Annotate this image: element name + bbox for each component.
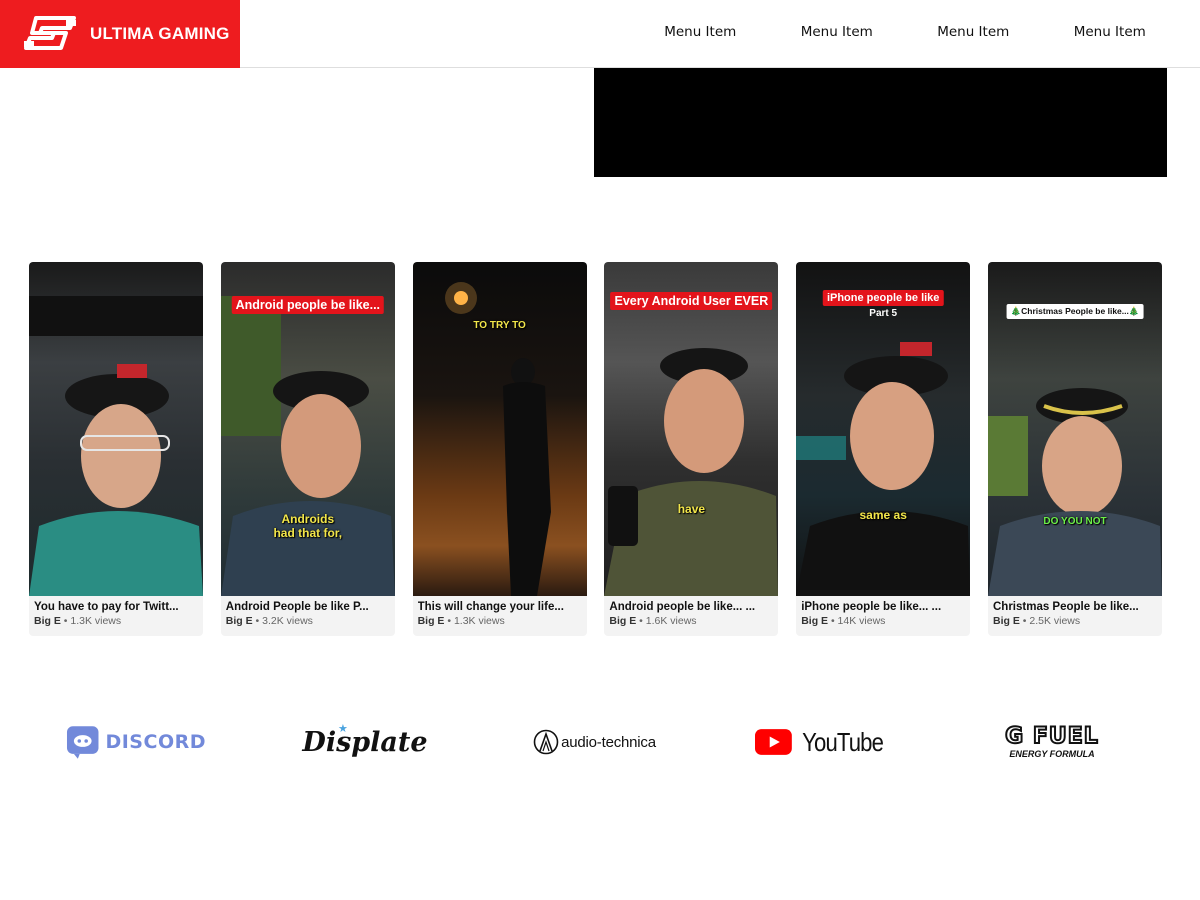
nav-menu-item-4[interactable]: Menu Item [1042,24,1179,40]
discord-icon [66,726,99,759]
video-thumbnail[interactable]: Every Android User EVER have [604,262,779,596]
partner-logos: DISCORD Displate ★ audio-technica YouTub… [0,712,1200,772]
partner-name: DISCORD [105,731,206,753]
overlay-caption: Every Android User EVER [610,292,773,310]
partner-name: audio-technica [561,733,656,751]
partner-name: Displate [302,726,428,758]
video-grid: You have to pay for Twitt... Big E • 1.3… [29,262,1169,638]
video-views: 1.3K views [70,615,122,627]
video-title[interactable]: This will change your life... [418,601,582,613]
video-card[interactable]: iPhone people be like Part 5 same as iPh… [796,262,971,636]
partner-gfuel[interactable]: G FUEL ENERGY FORMULA [982,712,1122,772]
video-views: 3.2K views [262,615,313,627]
site-header: ULTIMA GAMING Menu Item Menu Item Menu I… [0,0,1200,68]
ultima-logo-icon [24,16,76,50]
brand-name: ULTIMA GAMING [90,24,230,43]
person-thumbnail-icon [220,296,395,596]
overlay-caption: TO TRY TO [473,320,526,331]
video-player[interactable] [594,68,1167,177]
video-thumbnail[interactable]: Android people be like... Androids had th… [220,262,395,596]
partner-discord[interactable]: DISCORD [66,712,206,772]
video-title[interactable]: iPhone people be like... ... [801,601,965,613]
partner-displate[interactable]: Displate ★ [295,712,435,772]
partner-name: YouTube [801,726,884,757]
nav-menu-item-3[interactable]: Menu Item [905,24,1042,40]
video-author: Big E [417,615,445,627]
partner-tagline: ENERGY FORMULA [1009,748,1095,759]
video-card[interactable]: Android people be like... Androids had th… [220,262,395,636]
audio-technica-icon [533,729,559,755]
overlay-part: Part 5 [869,308,898,319]
partner-audio-technica[interactable]: audio-technica [522,712,667,772]
person-thumbnail-icon [604,348,779,596]
person-thumbnail-icon [796,342,971,596]
video-author: Big E [609,615,637,627]
video-title[interactable]: Android People be like P... [226,601,390,613]
video-thumbnail[interactable] [29,262,203,596]
video-author: Big E [993,615,1020,627]
video-card[interactable]: TO TRY TO This will change your life... … [412,262,587,636]
video-thumbnail[interactable]: 🎄Christmas People be like...🎄 DO YOU NOT [988,262,1162,596]
person-thumbnail-icon [29,296,203,596]
person-silhouette-icon [444,282,551,596]
video-thumbnail[interactable]: TO TRY TO [412,262,587,596]
overlay-subtitle: Androids had that for, [273,512,343,541]
video-title[interactable]: Christmas People be like... [993,601,1157,613]
overlay-subtitle: have [677,502,706,516]
main-nav: Menu Item Menu Item Menu Item Menu Item [632,0,1178,64]
nav-menu-item-2[interactable]: Menu Item [769,24,906,40]
brand-logo-link[interactable]: ULTIMA GAMING [0,0,240,68]
displate-star-icon: ★ [338,722,348,735]
video-title[interactable]: Android people be like... ... [609,601,773,613]
video-views: 14K views [837,615,886,627]
video-card[interactable]: You have to pay for Twitt... Big E • 1.3… [29,262,203,636]
partner-youtube[interactable]: YouTube [755,712,890,772]
overlay-caption: 🎄Christmas People be like...🎄 [1006,304,1144,319]
video-author: Big E [801,615,829,627]
video-card[interactable]: 🎄Christmas People be like...🎄 DO YOU NOT… [988,262,1162,636]
overlay-subtitle: same as [859,508,907,522]
gfuel-icon: G FUEL [1004,723,1099,749]
video-thumbnail[interactable]: iPhone people be like Part 5 same as [796,262,971,596]
partner-name: G FUEL [1004,723,1099,749]
overlay-caption: Android people be like... [231,296,385,314]
video-title[interactable]: You have to pay for Twitt... [34,601,198,613]
video-views: 1.6K views [645,615,697,627]
youtube-play-icon [755,729,792,755]
video-card[interactable]: Every Android User EVER have Android peo… [604,262,779,636]
video-author: Big E [225,615,253,627]
nav-menu-item-1[interactable]: Menu Item [632,24,769,40]
video-views: 2.5K views [1029,615,1081,627]
video-author: Big E [34,615,61,627]
person-thumbnail-icon [988,388,1162,596]
overlay-caption: iPhone people be like [822,290,944,306]
overlay-subtitle: DO YOU NOT [1043,516,1107,527]
video-views: 1.3K views [453,615,505,627]
